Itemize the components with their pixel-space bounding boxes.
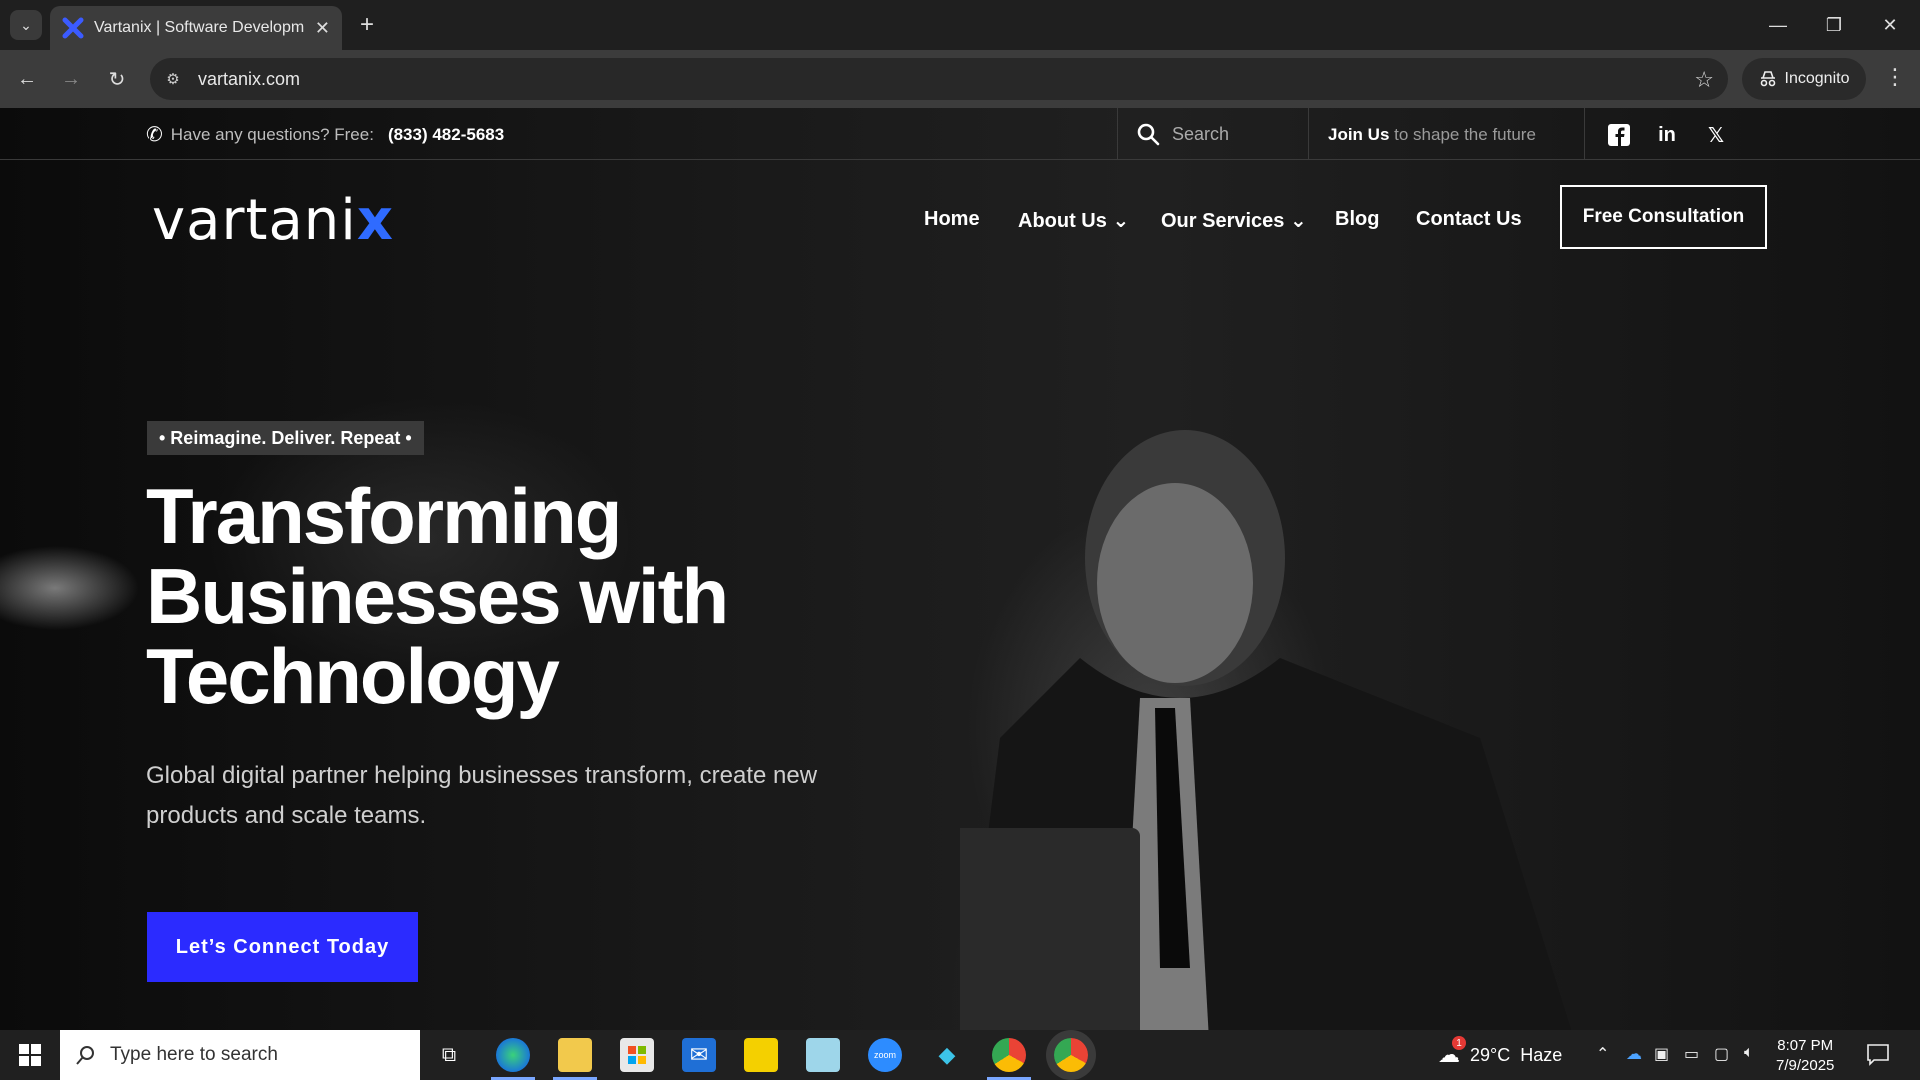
clock-date: 7/9/2025 [1776, 1057, 1835, 1074]
join-us-bold: Join Us [1328, 125, 1390, 144]
tab-title: Vartanix | Software Development [94, 19, 304, 36]
subtext-line-1: Global digital partner helping businesse… [146, 762, 818, 789]
chevron-down-icon: ⌄ [1112, 210, 1130, 232]
notification-icon[interactable] [1866, 1042, 1892, 1068]
chevron-down-icon: ⌄ [1289, 210, 1307, 232]
windows-start-icon[interactable] [10, 1040, 50, 1070]
browser-tab[interactable]: Vartanix | Software Development ✕ [50, 6, 342, 50]
vartanix-favicon-icon [62, 17, 84, 39]
weather-text: 29°C Haze [1470, 1044, 1563, 1065]
headline-line-1: Transforming [146, 472, 622, 560]
network-icon[interactable]: ▢ [1714, 1044, 1729, 1064]
store-icon[interactable] [620, 1038, 654, 1072]
browser-tabstrip: ⌄ Vartanix | Software Development ✕ + — … [0, 0, 1920, 50]
browser-toolbar: ← → ↻ ⚙ vartanix.com ☆ Incognito ⋮ [0, 50, 1920, 108]
join-us-text: to shape the future [1394, 125, 1536, 144]
zoom-icon[interactable]: zoom [868, 1038, 902, 1072]
onedrive-icon[interactable]: ☁ [1626, 1044, 1642, 1064]
free-consultation-button[interactable]: Free Consultation [1560, 185, 1767, 249]
nav-services[interactable]: Our Services ⌄ [1161, 208, 1307, 233]
site-search[interactable]: Search [1117, 108, 1309, 160]
nav-services-label: Our Services [1161, 210, 1285, 232]
chevron-up-icon[interactable]: ⌃ [1596, 1044, 1609, 1064]
headline-line-3: Technology [146, 632, 560, 720]
site-info-icon[interactable]: ⚙ [162, 68, 184, 90]
bookmark-star-icon[interactable]: ☆ [1694, 67, 1714, 93]
taskbar-search[interactable]: Type here to search [60, 1030, 420, 1080]
search-icon [76, 1046, 94, 1065]
weather-icon: ☁ 1 [1438, 1036, 1466, 1068]
search-icon[interactable] [1136, 122, 1160, 146]
new-tab-button[interactable]: + [352, 10, 382, 40]
incognito-icon [1760, 71, 1775, 87]
file-explorer-icon[interactable] [558, 1038, 592, 1072]
facebook-icon[interactable] [1606, 122, 1632, 148]
edge-icon[interactable] [496, 1038, 530, 1072]
phone-question: Have any questions? Free: [170, 124, 374, 144]
clock-time: 8:07 PM [1777, 1037, 1834, 1054]
vartanix-logo[interactable]: vartanix [152, 188, 394, 253]
hero-tagline: • Reimagine. Deliver. Repeat • [147, 421, 424, 455]
nav-about[interactable]: About Us ⌄ [1018, 208, 1129, 233]
incognito-label: Incognito [1784, 70, 1850, 87]
hero-subtext: Global digital partner helping businesse… [146, 756, 826, 836]
site-topbar: ✆ Have any questions? Free: (833) 482-56… [0, 108, 1920, 160]
back-icon[interactable]: ← [12, 64, 42, 94]
chrome-icon[interactable] [992, 1038, 1026, 1072]
weather-widget[interactable]: ☁ 1 29°C Haze [1438, 1036, 1563, 1068]
security-icon[interactable]: ▣ [1654, 1044, 1669, 1064]
logo-text: vartani [152, 188, 357, 253]
volume-icon[interactable]: 🔈︎ [1744, 1044, 1754, 1062]
hero-headline: Transforming Businesses with Technology [146, 476, 846, 716]
logo-accent: x [356, 188, 394, 253]
diamond-app-icon[interactable]: ◆ [930, 1038, 964, 1072]
reload-icon[interactable]: ↻ [102, 64, 132, 94]
notes-app-icon[interactable] [806, 1038, 840, 1072]
mail-icon[interactable]: ✉ [682, 1038, 716, 1072]
url-text[interactable]: vartanix.com [198, 69, 300, 90]
tab-close-icon[interactable]: ✕ [315, 18, 330, 39]
forward-icon[interactable]: → [56, 64, 86, 94]
hero-background-image [960, 430, 1572, 1030]
restore-icon[interactable]: ❐ [1814, 10, 1854, 40]
minimize-icon[interactable]: — [1758, 10, 1798, 40]
lets-connect-button[interactable]: Let’s Connect Today [147, 912, 418, 982]
task-view-icon[interactable]: ⧉ [432, 1038, 466, 1072]
tab-search-button[interactable]: ⌄ [10, 10, 42, 40]
sticky-notes-icon[interactable] [744, 1038, 778, 1072]
phone-number-link[interactable]: (833) 482-5683 [388, 125, 504, 145]
x-icon[interactable]: 𝕏 [1703, 122, 1729, 148]
linkedin-icon[interactable]: in [1654, 122, 1680, 148]
subtext-line-2: products and scale teams. [146, 802, 427, 829]
headline-line-2: Businesses with [146, 552, 729, 640]
taskbar-search-placeholder[interactable]: Type here to search [110, 1044, 278, 1066]
windows-taskbar: Type here to search ⧉ ✉ zoom ◆ ☁ 1 29°C H… [0, 1030, 1920, 1080]
system-clock[interactable]: 8:07 PM 7/9/2025 [1776, 1036, 1834, 1076]
nav-about-label: About Us [1018, 210, 1107, 232]
contact-phone: ✆ Have any questions? Free: (833) 482-56… [146, 122, 504, 147]
phone-icon: ✆ [146, 124, 163, 146]
website: ✆ Have any questions? Free: (833) 482-56… [0, 108, 1920, 1030]
browser-menu-icon[interactable]: ⋮ [1880, 64, 1910, 90]
battery-icon[interactable]: ▭ [1684, 1044, 1699, 1064]
address-bar[interactable]: ⚙ vartanix.com ☆ [150, 58, 1728, 100]
nav-contact[interactable]: Contact Us [1416, 208, 1522, 231]
chrome-incognito-icon[interactable] [1054, 1038, 1088, 1072]
weather-badge: 1 [1452, 1036, 1466, 1050]
nav-home[interactable]: Home [924, 208, 980, 231]
divider [1584, 108, 1585, 160]
nav-blog[interactable]: Blog [1335, 208, 1379, 231]
join-us-link[interactable]: Join Us to shape the future [1328, 125, 1536, 145]
close-window-icon[interactable]: ✕ [1870, 10, 1910, 40]
site-search-placeholder[interactable]: Search [1172, 124, 1229, 145]
incognito-badge[interactable]: Incognito [1742, 58, 1866, 100]
